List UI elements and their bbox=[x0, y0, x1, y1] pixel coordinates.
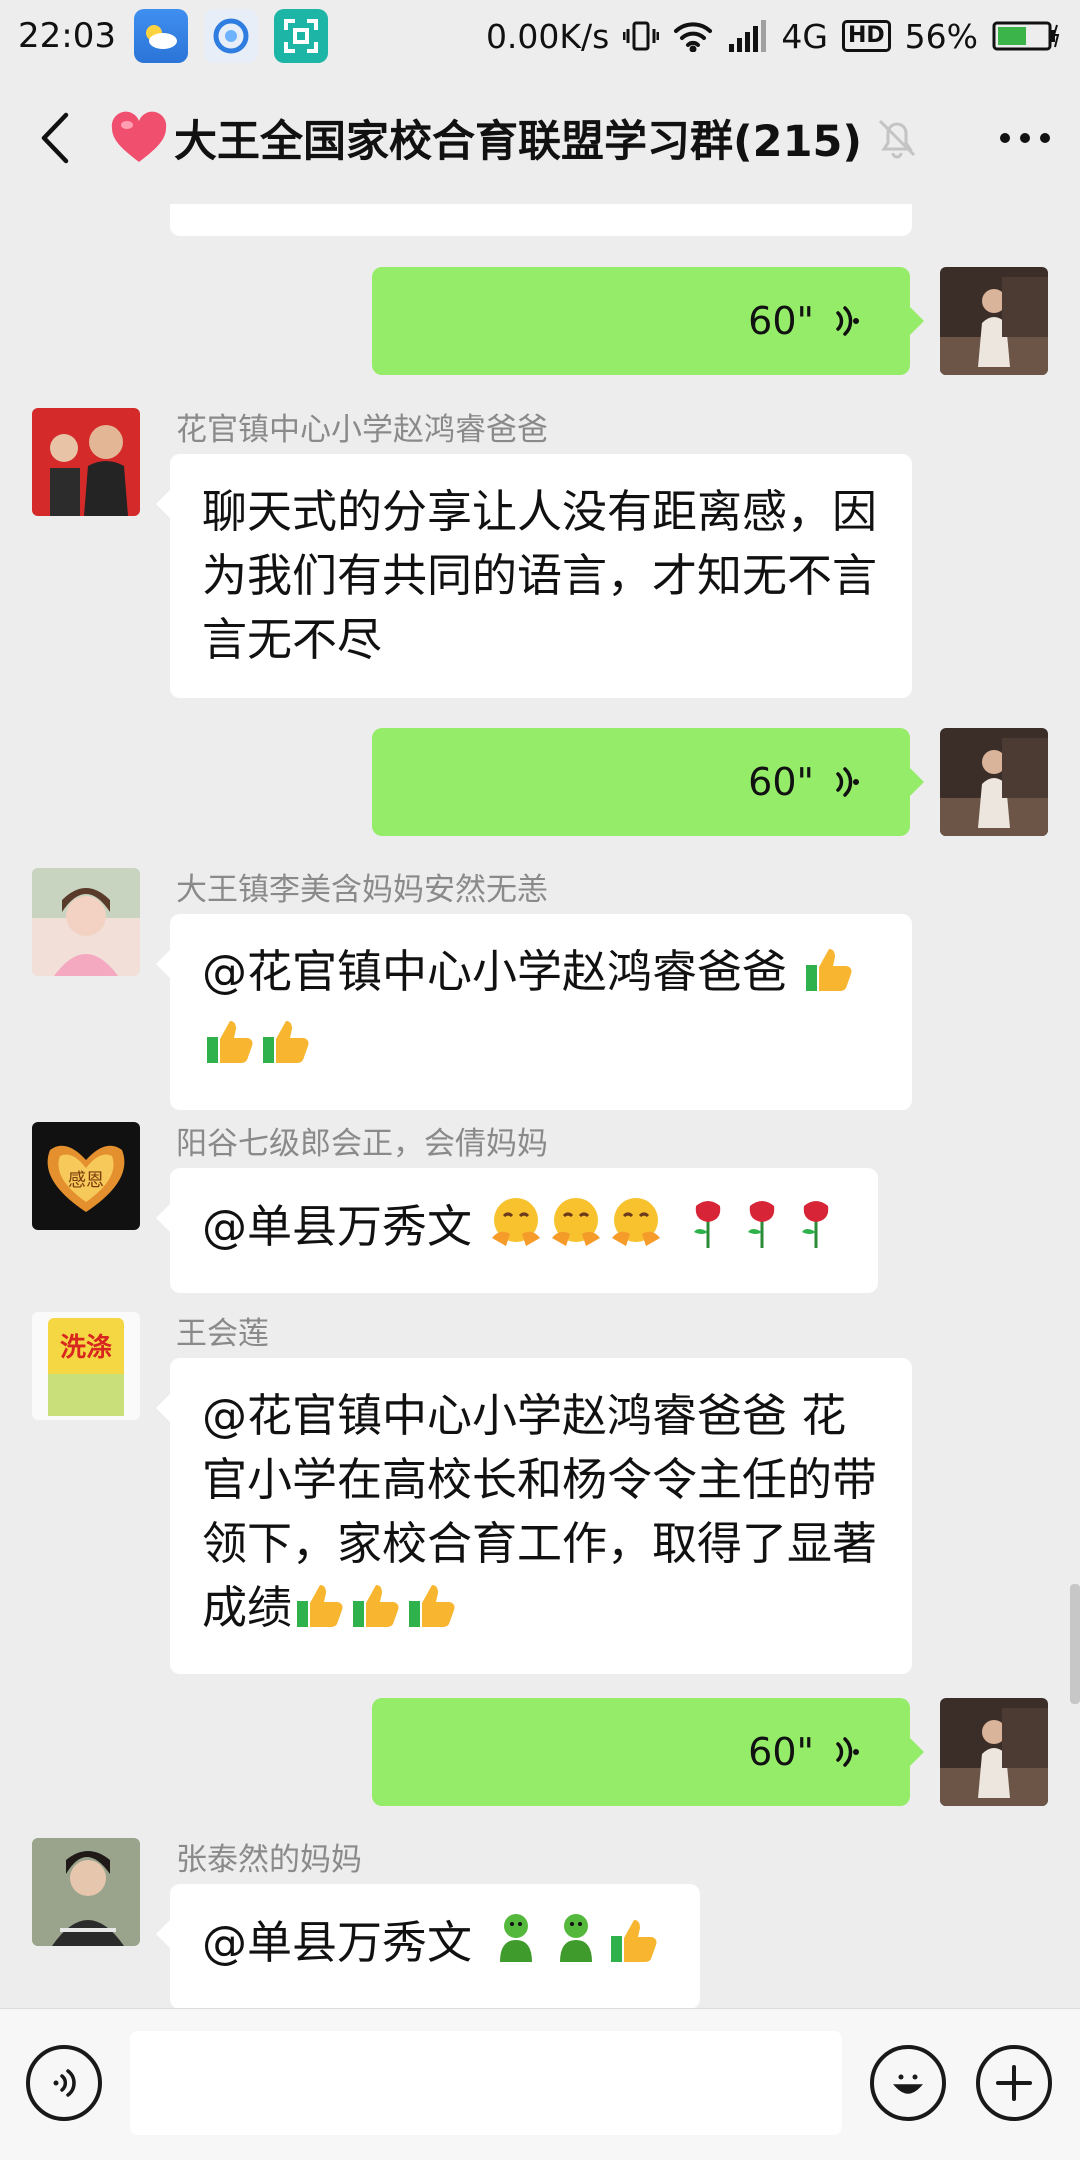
voice-duration: 60" bbox=[748, 760, 814, 804]
browser-app-icon bbox=[203, 9, 258, 63]
hd-badge: HD bbox=[841, 20, 891, 52]
voice-wave-icon bbox=[828, 304, 862, 338]
voice-wave-icon bbox=[828, 1735, 862, 1769]
message-line: 成绩 bbox=[202, 1581, 293, 1634]
back-icon bbox=[41, 112, 69, 164]
green-figure-emoji bbox=[548, 1910, 604, 1983]
voice-input-icon bbox=[53, 2069, 76, 2097]
message-line: 领下，家校合育工作，取得了显著 bbox=[202, 1517, 878, 1570]
status-time: 22:03 bbox=[18, 16, 116, 56]
thumbs-up-emoji bbox=[204, 1015, 256, 1084]
more-icon bbox=[1000, 133, 1050, 143]
sender-avatar[interactable]: 洗涤 bbox=[32, 1312, 140, 1420]
message-bubble[interactable]: @单县万秀文 bbox=[156, 1168, 878, 1293]
message-text: @花官镇中心小学赵鸿睿爸爸 bbox=[202, 945, 788, 998]
voice-duration: 60" bbox=[748, 299, 814, 343]
hugging-face-emoji bbox=[608, 1194, 664, 1267]
rose-emoji bbox=[683, 1194, 733, 1267]
my-avatar[interactable] bbox=[940, 728, 1048, 836]
hugging-face-emoji bbox=[548, 1194, 604, 1267]
avatar-label: 感恩 bbox=[68, 1170, 104, 1191]
vibrate-icon bbox=[623, 18, 660, 54]
message-line: 官小学在高校长和杨令令主任的带 bbox=[202, 1453, 878, 1506]
voice-message-bubble[interactable]: 60" bbox=[372, 728, 924, 836]
rose-emoji bbox=[791, 1194, 841, 1267]
sender-avatar[interactable]: 感恩 bbox=[32, 1122, 140, 1230]
thumbs-up-emoji bbox=[803, 943, 855, 1012]
message-list[interactable]: 60" 花官镇中心小学赵鸿睿爸爸 聊天式的分享让人没有距离感，因 为我们有共同的… bbox=[0, 204, 1080, 2008]
green-figure-emoji bbox=[488, 1910, 544, 1983]
my-avatar[interactable] bbox=[940, 1698, 1048, 1806]
thumbs-up-emoji bbox=[294, 1579, 346, 1648]
add-icon bbox=[996, 2065, 1032, 2101]
message-bubble[interactable]: @单县万秀文 bbox=[156, 1884, 700, 2008]
avatar-label: 洗涤 bbox=[60, 1333, 112, 1363]
message-input[interactable] bbox=[130, 2031, 842, 2135]
sender-name: 张泰然的妈妈 bbox=[176, 1842, 362, 1878]
wifi-icon bbox=[673, 20, 713, 52]
scan-app-icon bbox=[273, 9, 328, 63]
voice-message-bubble[interactable]: 60" bbox=[372, 1698, 924, 1806]
hugging-face-emoji bbox=[488, 1194, 544, 1267]
thumbs-up-emoji bbox=[350, 1579, 402, 1648]
emoji-button[interactable] bbox=[870, 2045, 946, 2121]
message-bubble[interactable]: @花官镇中心小学赵鸿睿爸爸 bbox=[156, 914, 912, 1110]
heart-icon bbox=[111, 111, 167, 162]
message-bubble[interactable]: @花官镇中心小学赵鸿睿爸爸 花 官小学在高校长和杨令令主任的带 领下，家校合育工… bbox=[156, 1358, 912, 1674]
sender-avatar[interactable] bbox=[32, 868, 140, 976]
sender-name: 大王镇李美含妈妈安然无恙 bbox=[176, 872, 548, 908]
sender-name: 阳谷七级郎会正，会倩妈妈 bbox=[176, 1126, 548, 1162]
voice-message-bubble[interactable]: 60" bbox=[372, 267, 924, 375]
chat-title-area[interactable]: 大王全国家校合育联盟学习群(215) bbox=[110, 107, 970, 169]
battery-icon bbox=[992, 19, 1062, 53]
sender-avatar[interactable] bbox=[32, 408, 140, 516]
more-button[interactable] bbox=[970, 72, 1080, 204]
battery-percent: 56% bbox=[904, 16, 978, 56]
sender-avatar[interactable] bbox=[32, 1838, 140, 1946]
weather-app-icon bbox=[133, 9, 188, 63]
voice-input-button[interactable] bbox=[26, 2045, 102, 2121]
page-title: 大王全国家校合育联盟学习群(215) bbox=[174, 117, 863, 167]
input-bar bbox=[0, 2008, 1080, 2160]
scrollbar-thumb[interactable] bbox=[1070, 1584, 1080, 1704]
message-line: 为我们有共同的语言，才知无不言 bbox=[202, 549, 878, 602]
message-bubble-partial[interactable] bbox=[170, 204, 912, 236]
status-bar: 22:03 0.00K/s 4G HD 56% bbox=[0, 0, 1080, 72]
rose-emoji bbox=[737, 1194, 787, 1267]
net-speed: 0.00K/s bbox=[485, 16, 610, 56]
message-text: @单县万秀文 bbox=[202, 1916, 473, 1969]
my-avatar[interactable] bbox=[940, 267, 1048, 375]
message-line: @花官镇中心小学赵鸿睿爸爸 花 bbox=[202, 1389, 847, 1442]
message-line: 言无不尽 bbox=[202, 613, 383, 666]
mute-bell-icon bbox=[879, 119, 916, 159]
message-bubble[interactable]: 聊天式的分享让人没有距离感，因 为我们有共同的语言，才知无不言 言无不尽 bbox=[156, 454, 912, 698]
thumbs-up-emoji bbox=[406, 1579, 458, 1648]
back-button[interactable] bbox=[0, 72, 110, 204]
add-button[interactable] bbox=[976, 2045, 1052, 2121]
sender-name: 花官镇中心小学赵鸿睿爸爸 bbox=[176, 412, 548, 448]
thumbs-up-emoji bbox=[260, 1015, 312, 1084]
chat-header: 大王全国家校合育联盟学习群(215) bbox=[0, 72, 1080, 204]
emoji-icon bbox=[893, 2074, 923, 2094]
message-line: 聊天式的分享让人没有距离感，因 bbox=[202, 485, 878, 538]
voice-duration: 60" bbox=[748, 1730, 814, 1774]
network-type: 4G bbox=[781, 16, 828, 56]
message-text: @单县万秀文 bbox=[202, 1200, 473, 1253]
voice-wave-icon bbox=[828, 765, 862, 799]
thumbs-up-emoji bbox=[608, 1914, 660, 1983]
sender-name: 王会莲 bbox=[176, 1316, 269, 1352]
signal-icon bbox=[727, 20, 767, 52]
